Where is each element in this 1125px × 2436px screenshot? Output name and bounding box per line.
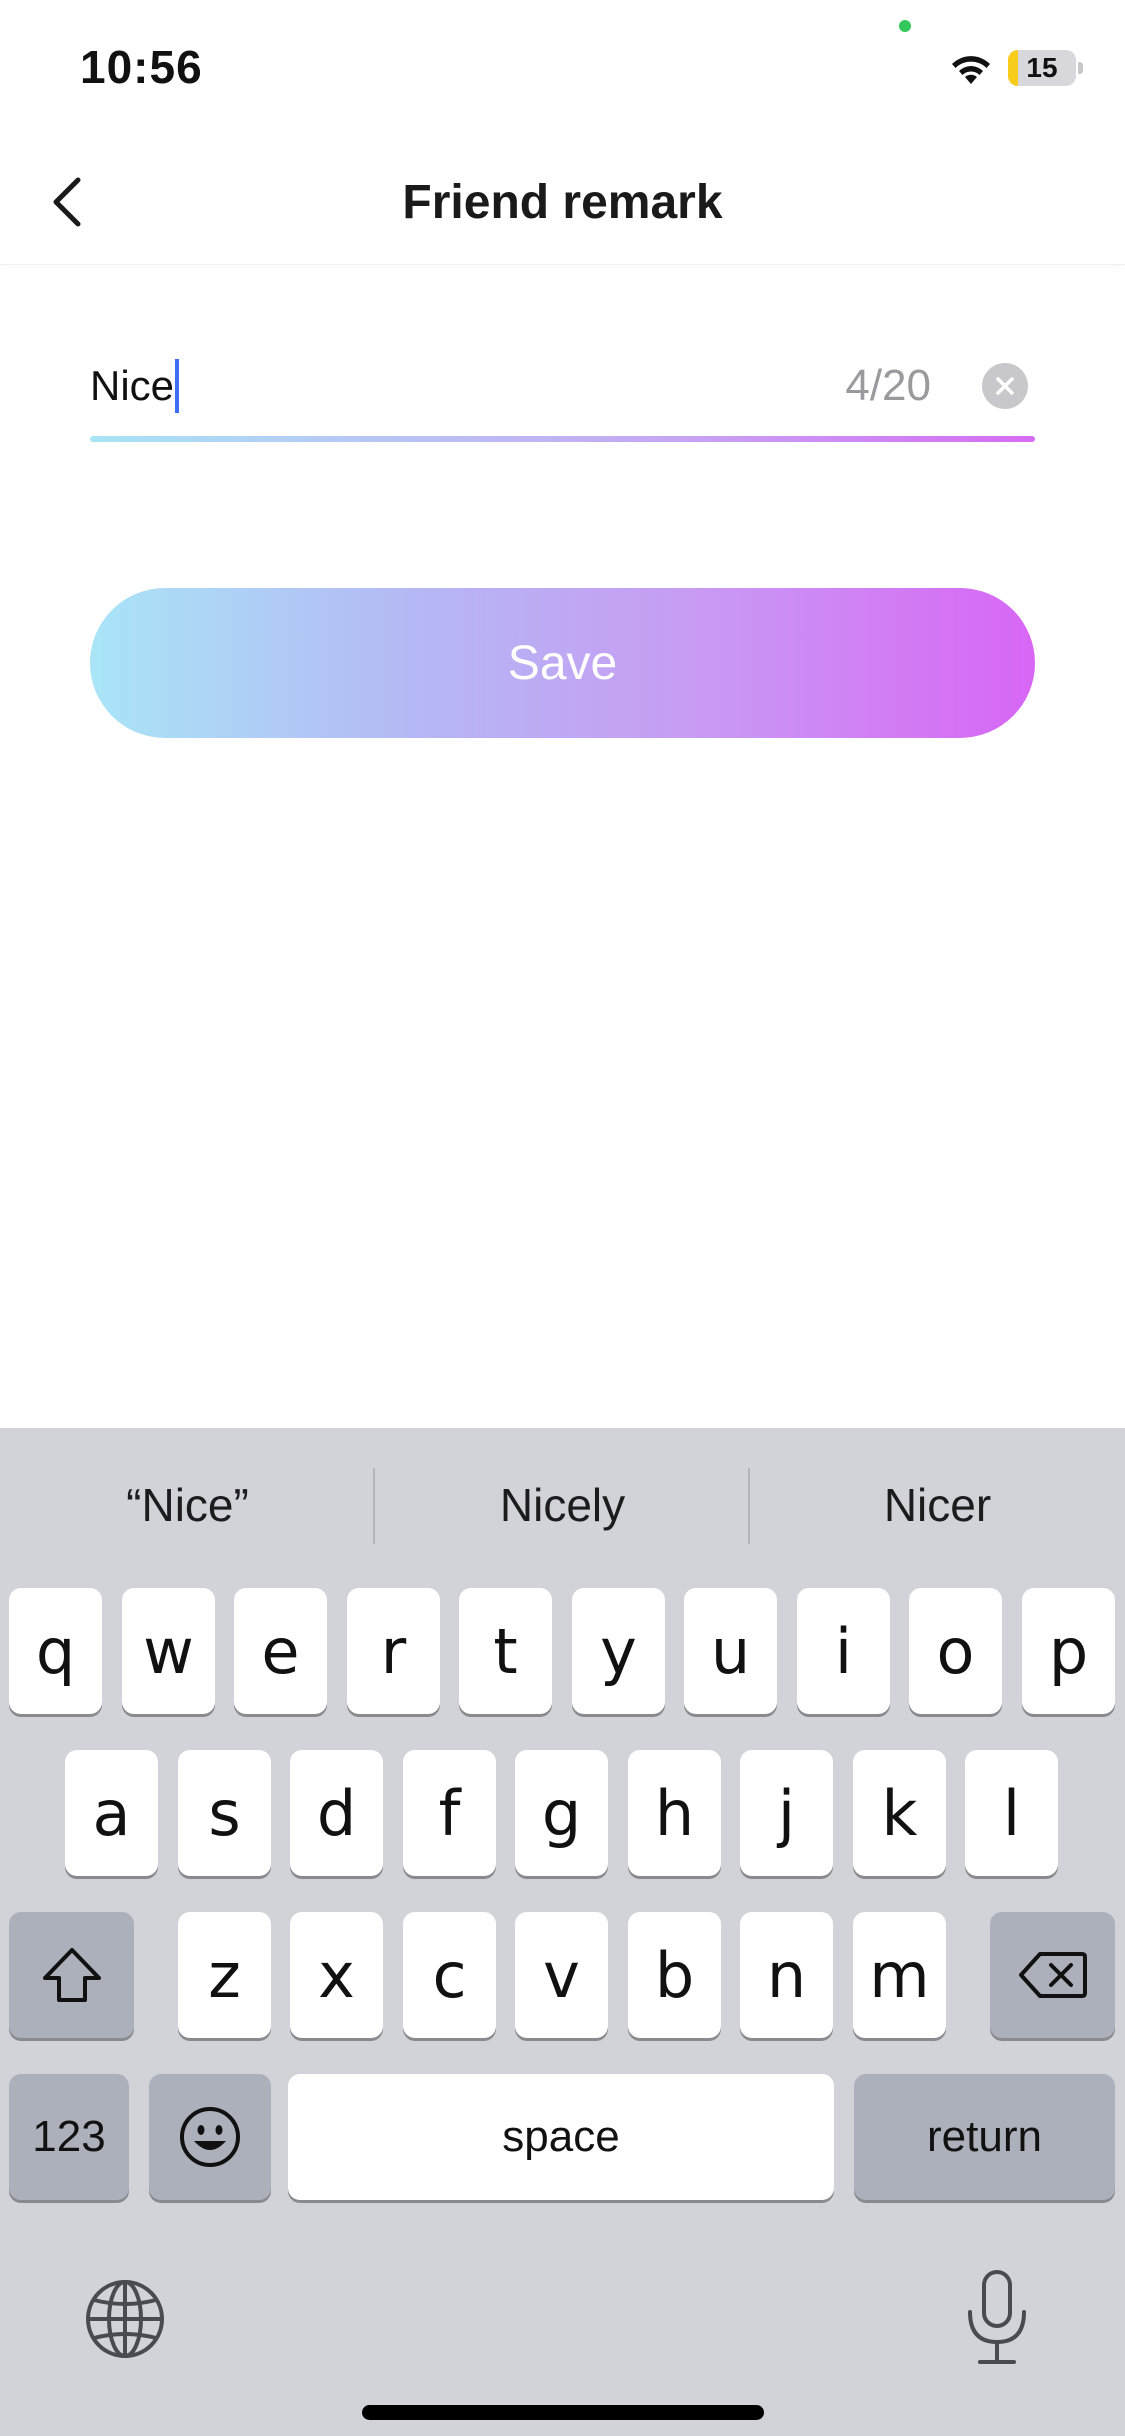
key-k[interactable]: k — [853, 1750, 946, 1876]
key-d[interactable]: d — [290, 1750, 383, 1876]
delete-key[interactable] — [990, 1912, 1115, 2038]
save-button-label: Save — [507, 636, 618, 690]
remark-input-field[interactable]: Nice 4/20 — [90, 340, 1035, 442]
key-n[interactable]: n — [740, 1912, 833, 2038]
backspace-icon — [1018, 1952, 1087, 1998]
wifi-icon — [952, 56, 990, 84]
chevron-left-icon — [53, 177, 81, 227]
key-j[interactable]: j — [740, 1750, 833, 1876]
key-q[interactable]: q — [9, 1588, 102, 1714]
battery-cap — [1078, 62, 1083, 74]
key-g[interactable]: g — [515, 1750, 608, 1876]
battery-percent: 15 — [1026, 52, 1058, 83]
back-button[interactable] — [30, 162, 110, 242]
key-f[interactable]: f — [403, 1750, 496, 1876]
shift-icon — [42, 1948, 101, 2002]
key-t[interactable]: t — [459, 1588, 552, 1714]
suggestion-item[interactable]: “Nice” — [0, 1460, 375, 1550]
remark-input[interactable]: Nice — [90, 358, 790, 414]
microphone-icon[interactable] — [964, 2268, 1030, 2368]
key-z[interactable]: z — [178, 1912, 271, 2038]
status-bar: 10:56 15 — [0, 0, 1125, 140]
suggestion-item[interactable]: Nicer — [750, 1460, 1125, 1550]
key-v[interactable]: v — [515, 1912, 608, 2038]
remark-input-value: Nice — [90, 362, 175, 409]
key-s[interactable]: s — [178, 1750, 271, 1876]
status-time: 10:56 — [80, 41, 203, 93]
key-h[interactable]: h — [628, 1750, 721, 1876]
page-title: Friend remark — [402, 176, 723, 229]
keyboard: “Nice” Nicely Nicer q w e r t y u i o p … — [0, 1428, 1125, 2436]
character-counter: 4/20 — [845, 361, 931, 410]
emoji-key[interactable] — [149, 2074, 271, 2200]
key-p[interactable]: p — [1022, 1588, 1115, 1714]
input-underline — [90, 436, 1035, 442]
navigation-bar: Friend remark — [0, 140, 1125, 265]
privacy-indicator-dot — [899, 20, 911, 32]
shift-key[interactable] — [9, 1912, 134, 2038]
return-key[interactable]: return — [854, 2074, 1115, 2200]
key-b[interactable]: b — [628, 1912, 721, 2038]
clear-text-button[interactable] — [982, 363, 1028, 409]
key-y[interactable]: y — [572, 1588, 665, 1714]
key-a[interactable]: a — [65, 1750, 158, 1876]
battery-icon: 15 — [1008, 50, 1076, 86]
key-m[interactable]: m — [853, 1912, 946, 2038]
home-indicator[interactable] — [362, 2405, 764, 2420]
clear-x-icon — [996, 377, 1014, 395]
key-c[interactable]: c — [403, 1912, 496, 2038]
key-l[interactable]: l — [965, 1750, 1058, 1876]
key-w[interactable]: w — [122, 1588, 215, 1714]
text-caret — [175, 359, 180, 413]
space-key[interactable]: space — [288, 2074, 834, 2200]
friend-remark-screen: 10:56 15 Friend remark Nice 4/20 Save “N… — [0, 0, 1125, 2436]
key-u[interactable]: u — [684, 1588, 777, 1714]
key-x[interactable]: x — [290, 1912, 383, 2038]
key-o[interactable]: o — [909, 1588, 1002, 1714]
key-e[interactable]: e — [234, 1588, 327, 1714]
save-button[interactable]: Save — [90, 588, 1035, 738]
suggestion-item[interactable]: Nicely — [375, 1460, 750, 1550]
globe-icon[interactable] — [84, 2278, 166, 2360]
predictive-suggestions-bar: “Nice” Nicely Nicer — [0, 1428, 1125, 1583]
numbers-key[interactable]: 123 — [9, 2074, 129, 2200]
key-i[interactable]: i — [797, 1588, 890, 1714]
emoji-icon — [180, 2107, 240, 2167]
key-r[interactable]: r — [347, 1588, 440, 1714]
